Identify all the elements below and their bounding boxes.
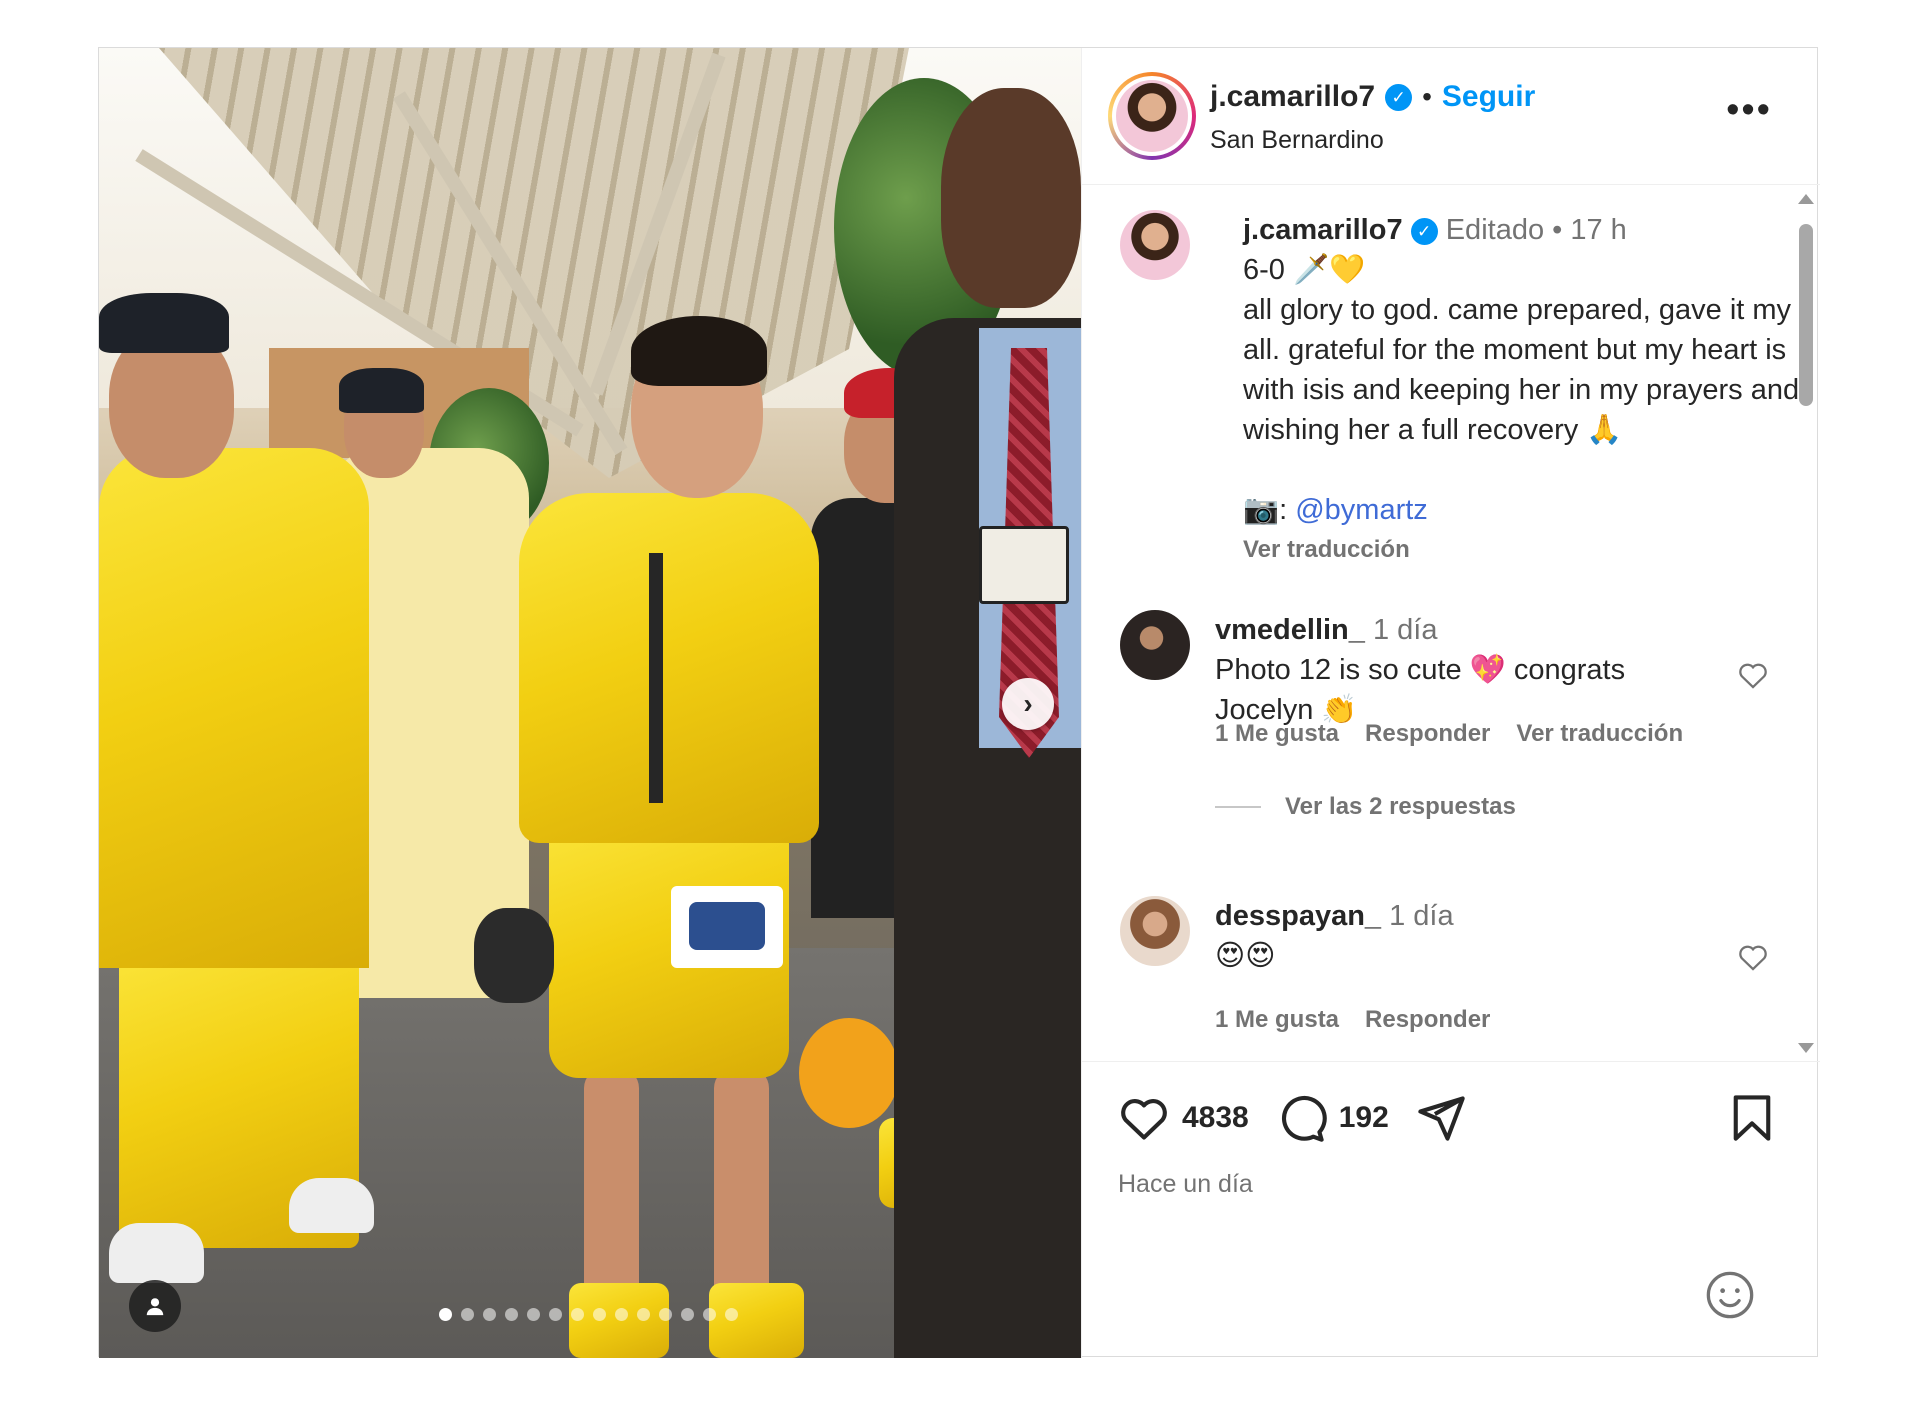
comment-heart-icon[interactable] <box>1736 940 1770 974</box>
comment-likes[interactable]: 1 Me gusta <box>1215 1006 1339 1034</box>
view-replies-button[interactable]: Ver las 2 respuestas <box>1215 793 1516 821</box>
caption-translate-link[interactable]: Ver traducción <box>1243 530 1803 570</box>
carousel-dot <box>483 1308 496 1321</box>
comment-text: 😍😍 <box>1215 940 1276 972</box>
comment-icon[interactable] <box>1275 1092 1327 1144</box>
caption-header: j.camarillo7 ✓ Editado • 17 h <box>1243 210 1803 250</box>
scroll-down-arrow-icon[interactable] <box>1798 1043 1814 1053</box>
user-tags-button[interactable] <box>129 1280 181 1332</box>
scroll-up-arrow-icon[interactable] <box>1798 194 1814 204</box>
more-icon[interactable]: ••• <box>1726 91 1772 129</box>
caption-edited: Editado <box>1445 214 1545 246</box>
comment-text: Photo 12 is so cute 💖 congrats Jocelyn 👏 <box>1215 654 1626 726</box>
carousel-dot <box>637 1308 650 1321</box>
comment-time: 1 día <box>1372 614 1438 646</box>
post-date[interactable]: Hace un día <box>1118 1170 1253 1199</box>
author-row: j.camarillo7 ✓ • Seguir <box>1210 80 1535 114</box>
comment-item: vmedellin_ 1 día Photo 12 is so cute 💖 c… <box>1120 610 1770 840</box>
comment-avatar[interactable] <box>1120 610 1190 680</box>
verified-badge-icon: ✓ <box>1410 218 1438 245</box>
carousel-dot <box>549 1308 562 1321</box>
photo-boxer-leg <box>584 1068 639 1308</box>
heart-icon[interactable] <box>1118 1092 1170 1144</box>
carousel-dot <box>571 1308 584 1321</box>
author-username[interactable]: j.camarillo7 <box>1210 80 1375 114</box>
next-slide-button[interactable]: › <box>1002 678 1054 730</box>
carousel-dot <box>505 1308 518 1321</box>
post-location[interactable]: San Bernardino <box>1210 126 1384 155</box>
photo-shorts-logo <box>671 886 783 968</box>
post-header: j.camarillo7 ✓ • Seguir San Bernardino •… <box>1082 48 1820 185</box>
photo-boxer-leg <box>714 1068 769 1308</box>
carousel-dot <box>615 1308 628 1321</box>
comment-actions: 1 Me gusta Responder <box>1215 1006 1490 1034</box>
author-avatar[interactable] <box>1108 72 1196 160</box>
likes-count[interactable]: 4838 <box>1182 1101 1249 1135</box>
camera-icon: 📷: <box>1243 494 1296 526</box>
caption-line1: 6-0 🗡️💛 <box>1243 254 1366 286</box>
comments-scrollbar[interactable] <box>1795 186 1817 1061</box>
caption-credit: 📷: @bymartz <box>1243 490 1803 530</box>
caption-text: j.camarillo7 ✓ Editado • 17 h 6-0 🗡️💛 al… <box>1243 210 1803 570</box>
emoji-icon[interactable] <box>1704 1269 1756 1321</box>
comment-body: vmedellin_ 1 día Photo 12 is so cute 💖 c… <box>1215 610 1685 730</box>
carousel-dot <box>681 1308 694 1321</box>
chevron-right-icon: › <box>1023 688 1033 719</box>
comment-item: desspayan_ 1 día 😍😍 1 Me gusta Responder <box>1120 896 1770 1056</box>
caption-time[interactable]: 17 h <box>1570 214 1626 246</box>
photo-person-left-cap <box>99 293 229 353</box>
caption-username[interactable]: j.camarillo7 <box>1243 214 1403 246</box>
comment-reply-button[interactable]: Responder <box>1365 720 1490 748</box>
comment-likes[interactable]: 1 Me gusta <box>1215 720 1339 748</box>
carousel-dot <box>725 1308 738 1321</box>
photo-boxer-jacket <box>519 493 819 843</box>
photo-person-left <box>99 448 369 968</box>
carousel-dot <box>439 1308 452 1321</box>
comment-username[interactable]: desspayan_ <box>1215 900 1381 932</box>
follow-button[interactable]: Seguir <box>1442 80 1535 114</box>
comments-count[interactable]: 192 <box>1339 1101 1389 1135</box>
comment-username[interactable]: vmedellin_ <box>1215 614 1365 646</box>
verified-badge-icon: ✓ <box>1385 83 1413 111</box>
mention-link[interactable]: @bymartz <box>1295 494 1428 526</box>
comment-time: 1 día <box>1389 900 1454 932</box>
photo-jacket-zipper <box>649 553 663 803</box>
comment-actions: 1 Me gusta Responder Ver traducción <box>1215 720 1683 748</box>
header-separator: • <box>1422 81 1432 112</box>
caption-avatar[interactable] <box>1120 210 1190 280</box>
caption-body: all glory to god. came prepared, gave it… <box>1243 294 1800 446</box>
photo-id-badge <box>979 526 1069 604</box>
instagram-post: › j.camarillo7 ✓ • Seguir San Bernardino… <box>98 47 1820 1358</box>
carousel-dots <box>439 1308 738 1321</box>
comment-avatar[interactable] <box>1120 896 1190 966</box>
carousel-dot <box>703 1308 716 1321</box>
action-row: 4838 192 <box>1118 1092 1467 1144</box>
comment-translate-link[interactable]: Ver traducción <box>1516 720 1683 748</box>
bookmark-icon[interactable] <box>1726 1092 1778 1144</box>
carousel-dot <box>461 1308 474 1321</box>
carousel-dot <box>659 1308 672 1321</box>
photo-sneaker <box>109 1223 204 1283</box>
photo-boxing-glove <box>474 908 554 1003</box>
share-icon[interactable] <box>1415 1092 1467 1144</box>
view-replies-label: Ver las 2 respuestas <box>1285 793 1516 820</box>
photo-person-back-cap <box>339 368 424 413</box>
comment-body: desspayan_ 1 día 😍😍 <box>1215 896 1685 976</box>
carousel-dot <box>593 1308 606 1321</box>
photo-boxing-glove <box>799 1018 899 1128</box>
user-tag-icon <box>146 1298 164 1316</box>
carousel-dot <box>527 1308 540 1321</box>
post-sidebar: j.camarillo7 ✓ • Seguir San Bernardino •… <box>1081 48 1820 1358</box>
photo-person-suit-head <box>941 88 1081 308</box>
photo-boxer-hair <box>631 316 767 386</box>
replies-line <box>1215 806 1261 808</box>
post-photo[interactable]: › <box>99 48 1081 1358</box>
post-actions: 4838 192 Hace un día <box>1082 1061 1820 1358</box>
scrollbar-thumb[interactable] <box>1799 224 1813 406</box>
comments-scroll-area[interactable]: j.camarillo7 ✓ Editado • 17 h 6-0 🗡️💛 al… <box>1082 186 1820 1061</box>
caption-dot: • <box>1552 214 1563 246</box>
comment-heart-icon[interactable] <box>1736 658 1770 692</box>
photo-sneaker <box>289 1178 374 1233</box>
comment-reply-button[interactable]: Responder <box>1365 1006 1490 1034</box>
